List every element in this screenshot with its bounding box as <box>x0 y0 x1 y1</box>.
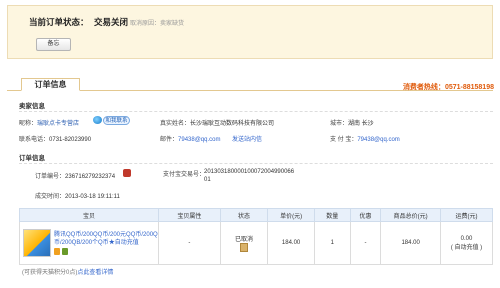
item-status-cell: 已取消 <box>219 221 269 265</box>
col-header-discount: 优惠 <box>349 208 382 222</box>
seller-alipay-link[interactable]: 79438@qq.com <box>357 137 399 143</box>
table-header-row: 宝贝 宝贝属性 状态 单价(元) 数量 优惠 商品总价(元) 运费(元) <box>18 208 493 222</box>
tab-order-info[interactable]: 订单信息 <box>21 78 80 91</box>
order-status-panel <box>7 5 493 59</box>
seller-realname-row: 真实姓名：长沙瑞耿互动数码科技有限公司 <box>160 118 274 127</box>
created-time: 2013-03-18 19:11:11 <box>65 194 120 200</box>
item-attributes: - <box>158 221 221 265</box>
created-time-label: 成交时间： <box>35 194 66 200</box>
item-unit-price: 184.00 <box>267 221 315 265</box>
order-section-divider <box>19 163 493 164</box>
seller-phone-row: 联系电话：0731-82023990 <box>19 134 91 143</box>
auto-recharge-icon <box>61 247 68 255</box>
points-note-text: (可获得天猫积分0点) <box>22 270 78 276</box>
order-items-table: 宝贝 宝贝属性 状态 单价(元) 数量 优惠 商品总价(元) 运费(元) 腾讯Q… <box>18 208 493 265</box>
product-title-line1[interactable]: 腾讯QQ币/200QQ币/200元QQ币/200Q <box>54 231 158 239</box>
item-status: 已取消 <box>235 237 254 243</box>
order-number: 236716279232374 <box>65 174 116 180</box>
col-header-attributes: 宝贝属性 <box>158 208 221 222</box>
alipay-label: 支 付 宝： <box>330 137 358 143</box>
col-header-unit-price: 单价(元) <box>267 208 315 222</box>
seller-realname: 长沙瑞耿互动数码科技有限公司 <box>190 121 275 127</box>
phone-label: 联系电话： <box>19 137 50 143</box>
product-thumbnail[interactable] <box>23 229 51 257</box>
item-quantity: 1 <box>313 221 351 265</box>
item-cell: 腾讯QQ币/200QQ币/200元QQ币/200Q 币/200QB/200个Q币… <box>18 221 160 265</box>
remark-button[interactable]: 备忘 <box>36 38 71 51</box>
item-discount: - <box>349 221 382 265</box>
seller-phone: 0731-82023990 <box>49 137 92 143</box>
email-label: 邮件： <box>160 137 179 143</box>
send-message-link[interactable]: 发送站内信 <box>232 134 262 143</box>
alipay-tx-label: 支付宝交易号： <box>163 172 206 178</box>
order-number-label: 订单编号： <box>35 174 66 180</box>
alipay-tx-number-line2: 01 <box>204 177 211 183</box>
order-status-label: 当前订单状态： <box>29 17 89 27</box>
seller-section-divider <box>19 111 493 112</box>
table-row: 腾讯QQ币/200QQ币/200元QQ币/200Q 币/200QB/200个Q币… <box>18 221 493 265</box>
col-header-shipping: 运费(元) <box>440 208 493 222</box>
order-number-row: 订单编号：236716279232374 <box>35 171 115 180</box>
created-time-row: 成交时间：2013-03-18 19:11:11 <box>35 191 120 200</box>
nickname-label: 昵称： <box>19 121 38 127</box>
seller-nickname-row: 昵称：瑞耿点卡专营店 <box>19 118 79 127</box>
seller-section-title: 卖家信息 <box>19 103 45 110</box>
cancel-reason: 取消原因：卖家缺货 <box>130 21 185 27</box>
seller-alipay-row: 支 付 宝：79438@qq.com <box>330 134 400 143</box>
item-total: 184.00 <box>380 221 442 265</box>
copy-order-icon[interactable] <box>123 169 131 177</box>
product-title-line2[interactable]: 币/200QB/200个Q币★自动充值 <box>54 239 158 247</box>
col-header-status: 状态 <box>219 208 269 222</box>
city-label: 城市： <box>330 121 349 127</box>
item-shipping-cell: 0.00 ( 自动充值 ) <box>440 221 493 265</box>
gift-icon <box>54 247 60 255</box>
col-header-quantity: 数量 <box>313 208 351 222</box>
order-status-value: 交易关闭 <box>94 17 129 27</box>
col-header-item: 宝贝 <box>18 208 160 222</box>
seller-city: 湖南 长沙 <box>348 121 374 127</box>
hotline-number: 0571-88158198 <box>444 84 494 91</box>
order-section-title: 订单信息 <box>19 155 45 162</box>
contact-me-button[interactable]: 和我联系 <box>103 116 130 125</box>
consumer-hotline: 消费者热线：0571-88158198 <box>403 82 494 92</box>
wangwang-icon[interactable] <box>93 116 102 124</box>
item-shipping-note: ( 自动充值 ) <box>450 244 483 251</box>
realname-label: 真实姓名： <box>160 121 191 127</box>
col-header-total: 商品总价(元) <box>380 208 442 222</box>
seller-city-row: 城市：湖南 长沙 <box>330 118 374 127</box>
seller-email-link[interactable]: 79438@qq.com <box>178 137 220 143</box>
seller-email-row: 邮件：79438@qq.com <box>160 134 220 143</box>
alipay-tx-number-line1: 201303180000100072004990066 <box>204 169 295 175</box>
hotline-label: 消费者热线： <box>402 84 445 91</box>
points-note: (可获得天猫积分0点)点此查看详情 <box>22 267 113 276</box>
snapshot-icon[interactable] <box>240 243 249 252</box>
seller-nickname-link[interactable]: 瑞耿点卡专营店 <box>37 121 79 127</box>
view-details-link[interactable]: 点此查看详情 <box>77 270 113 276</box>
